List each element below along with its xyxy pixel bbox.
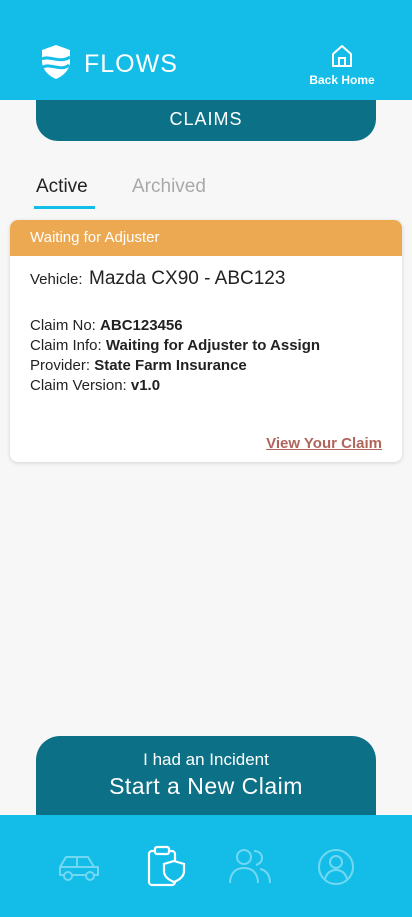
claim-no-label: Claim No: [30,317,96,334]
view-claim-link[interactable]: View Your Claim [266,435,382,452]
claim-info-line: Claim Info: Waiting for Adjuster to Assi… [30,337,320,354]
back-home-button[interactable]: Back Home [302,44,382,92]
people-icon [229,849,271,884]
tab-archived[interactable]: Archived [132,176,206,198]
profile-icon [318,849,354,885]
claim-no-line: Claim No: ABC123456 [30,317,183,334]
nav-people[interactable] [226,845,274,889]
tab-active[interactable]: Active [36,176,88,198]
claim-card[interactable]: Waiting for Adjuster Vehicle: Mazda CX90… [10,220,402,462]
tab-underline [34,206,95,209]
version-value: v1.0 [130,377,161,394]
nav-vehicles[interactable] [54,845,102,889]
status-badge: Waiting for Adjuster [10,220,402,256]
start-claim-prelabel: I had an Incident [143,750,269,769]
back-home-label: Back Home [309,73,375,87]
claims-screen: FLOWS Back Home CLAIMS Active Archived W… [0,0,412,917]
car-icon [59,856,99,881]
nav-claims[interactable] [142,845,190,889]
vehicle-label: Vehicle: [30,271,83,288]
home-icon [332,45,352,67]
shield-logo-icon [41,45,71,79]
claim-no-value: ABC123456 [100,317,183,334]
version-label: Claim Version: [30,377,127,394]
start-claim-label: Start a New Claim [109,773,303,799]
provider-line: Provider: State Farm Insurance [30,357,247,374]
start-claim-button[interactable]: I had an Incident Start a New Claim [36,736,376,826]
claim-info-value: Waiting for Adjuster to Assign [105,337,321,354]
nav-profile[interactable] [312,845,360,889]
app-header: FLOWS Back Home [0,0,412,100]
section-title: CLAIMS [36,98,376,141]
claim-info-label: Claim Info: [30,337,102,354]
bottom-nav [0,815,412,917]
brand-name: FLOWS [84,50,178,78]
clipboard-shield-icon [147,845,186,887]
vehicle-line: Vehicle: Mazda CX90 - ABC123 [30,268,285,290]
provider-value: State Farm Insurance [94,357,247,374]
version-line: Claim Version: v1.0 [30,377,160,394]
vehicle-value: Mazda CX90 - ABC123 [89,268,286,289]
provider-label: Provider: [30,357,91,374]
